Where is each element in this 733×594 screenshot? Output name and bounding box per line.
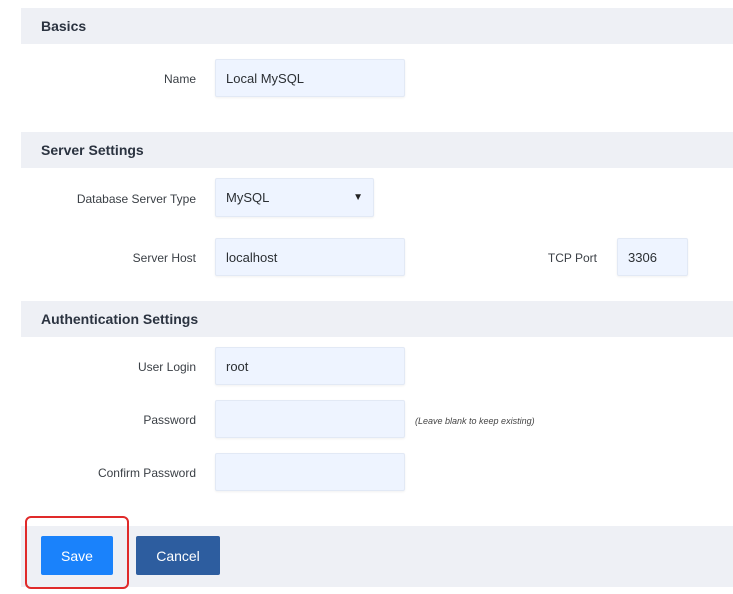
auth-section-title: Authentication Settings [41, 311, 199, 327]
password-input[interactable] [215, 400, 405, 438]
name-input[interactable] [215, 59, 405, 97]
server-host-input[interactable] [215, 238, 405, 276]
db-type-select[interactable]: MySQL ▼ [215, 178, 374, 217]
db-type-label: Database Server Type [76, 192, 196, 206]
server-section-title: Server Settings [41, 142, 144, 158]
password-label: Password [143, 413, 196, 427]
basics-section-header: Basics [21, 8, 733, 44]
save-highlight-box [25, 516, 129, 589]
db-type-selected-value: MySQL [226, 190, 270, 205]
caret-down-icon: ▼ [353, 192, 363, 203]
server-section-header: Server Settings [21, 132, 733, 168]
confirm-password-input[interactable] [215, 453, 405, 491]
server-host-label: Server Host [132, 251, 196, 265]
auth-section-header: Authentication Settings [21, 301, 733, 337]
user-login-label: User Login [137, 360, 196, 374]
confirm-password-label: Confirm Password [97, 466, 196, 480]
user-login-input[interactable] [215, 347, 405, 385]
password-hint: (Leave blank to keep existing) [415, 416, 535, 426]
cancel-button[interactable]: Cancel [136, 536, 220, 575]
basics-section-title: Basics [41, 18, 87, 34]
name-label: Name [163, 72, 196, 86]
tcp-port-input[interactable] [617, 238, 688, 276]
tcp-port-label: TCP Port [547, 251, 597, 265]
